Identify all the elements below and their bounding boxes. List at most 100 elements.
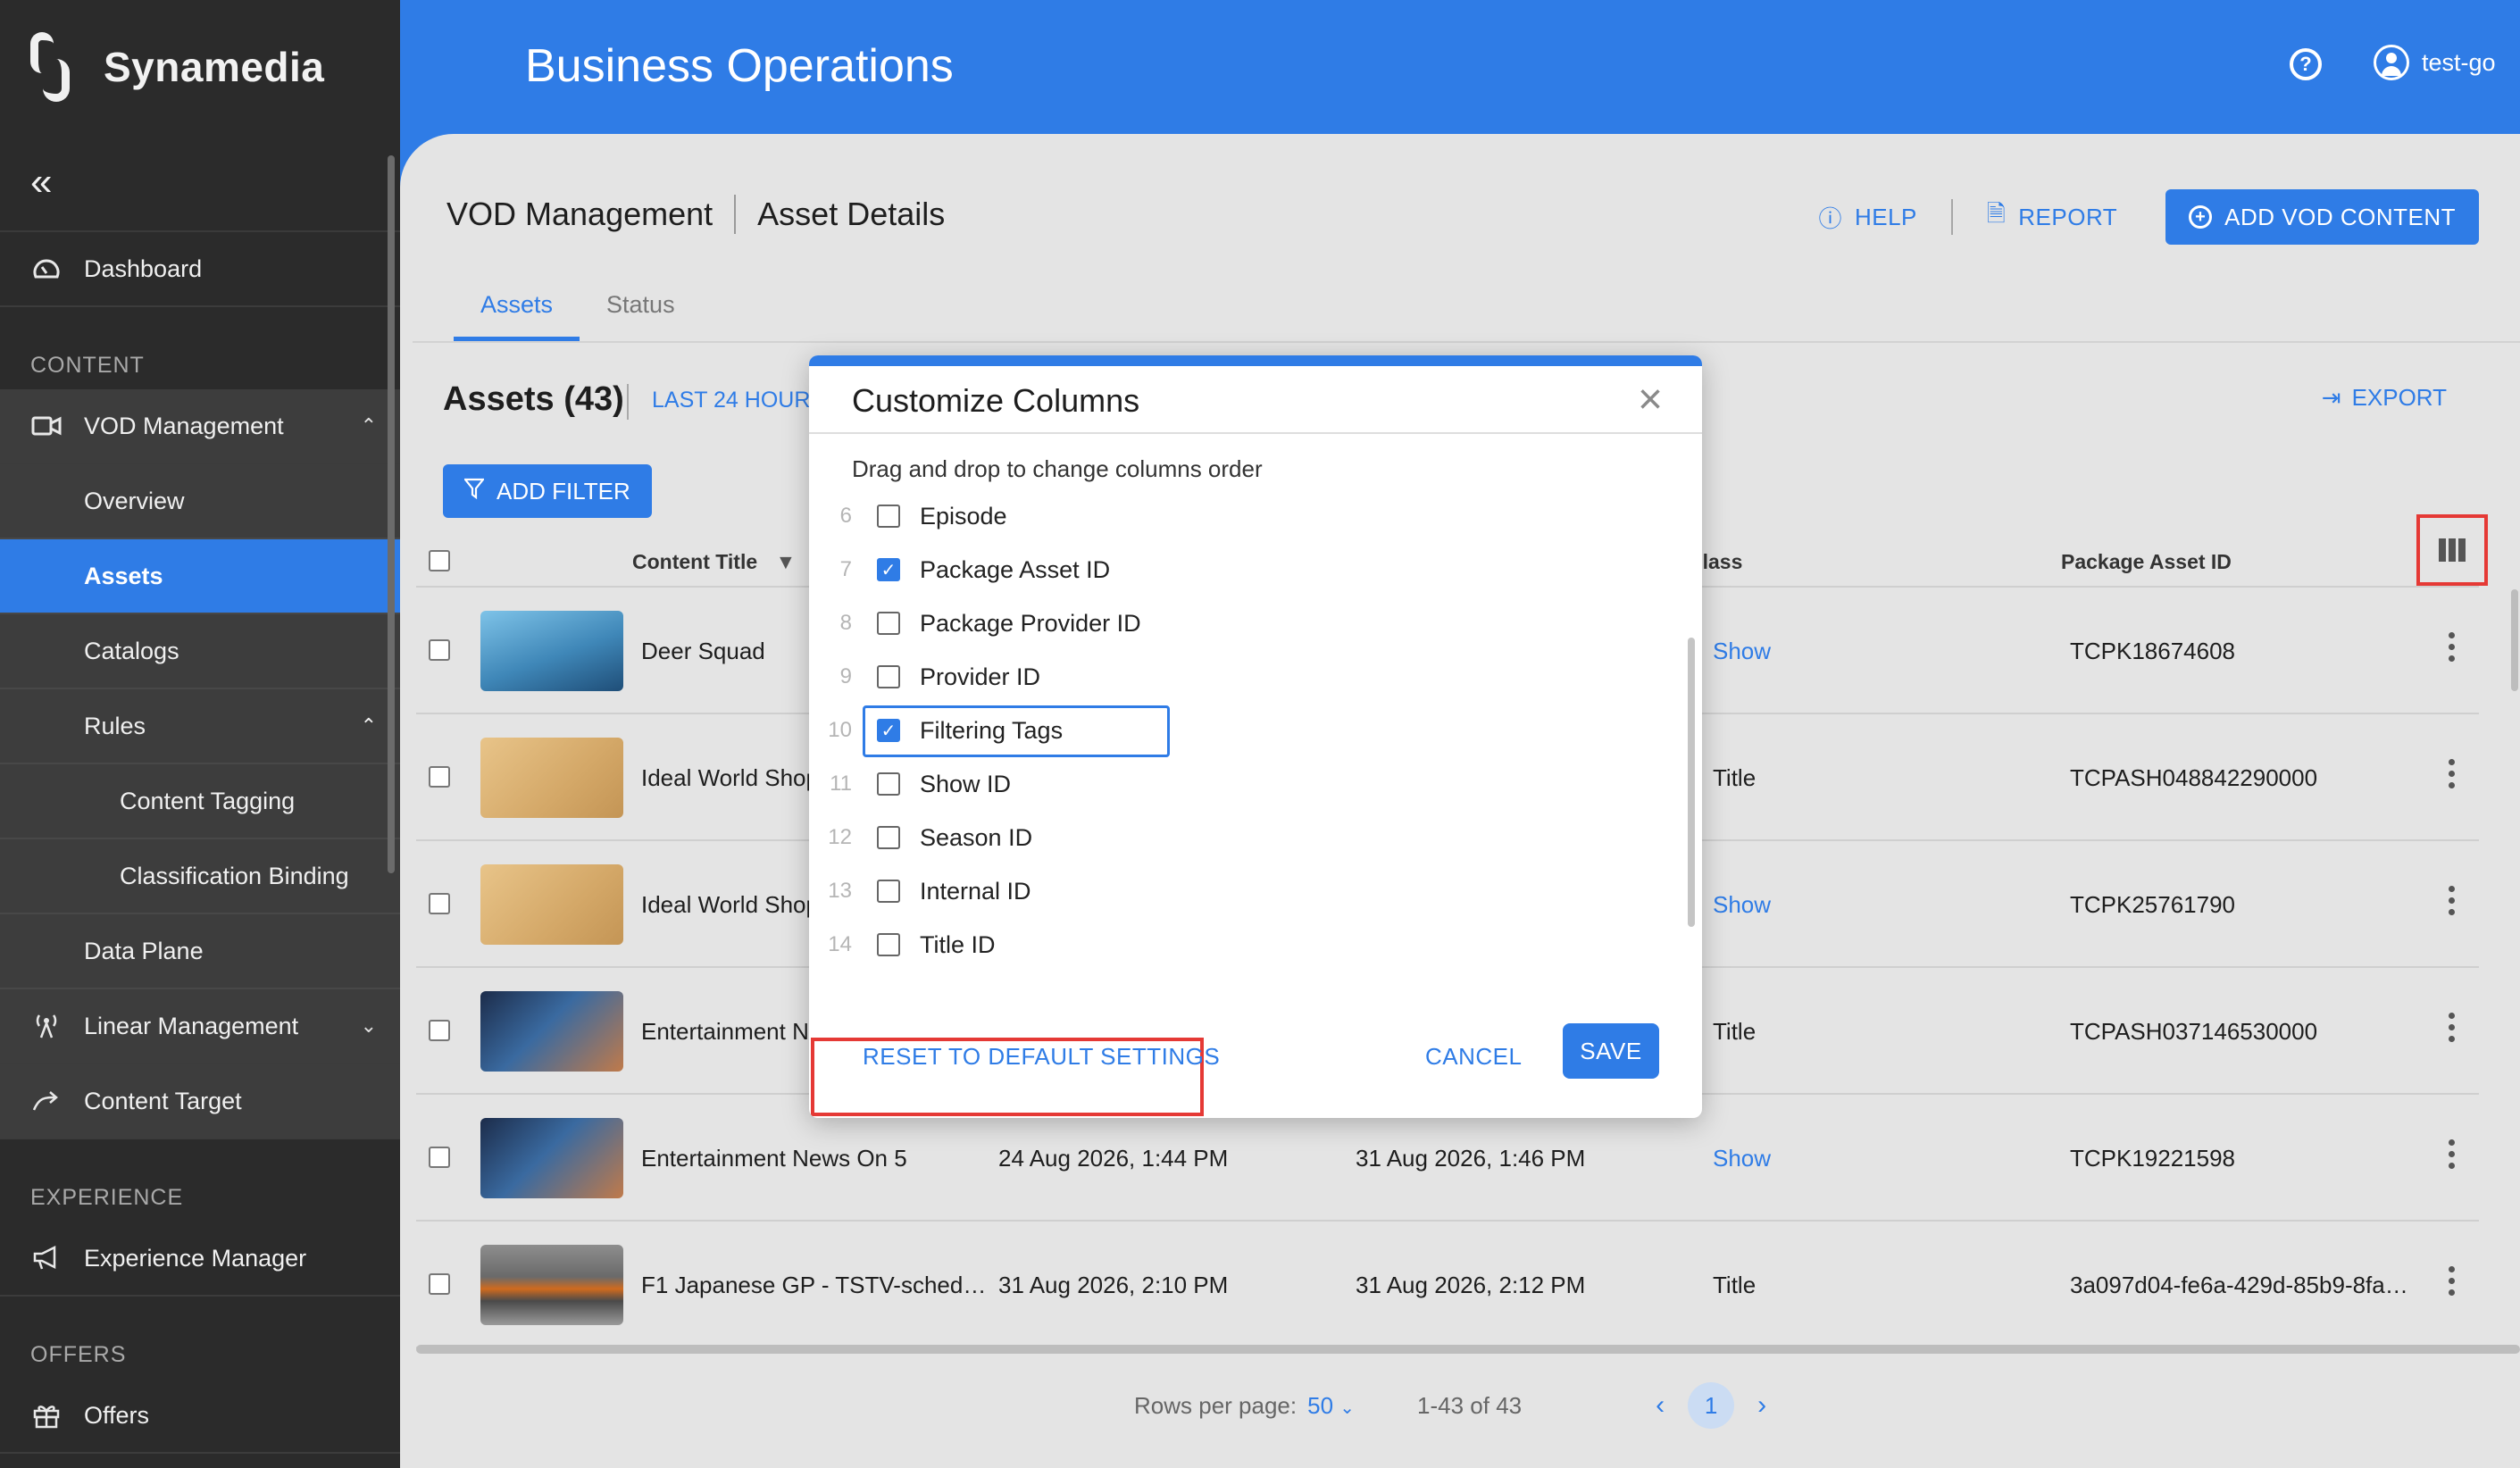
asset-thumbnail[interactable] xyxy=(480,1245,623,1325)
column-option[interactable]: 9 Provider ID xyxy=(809,650,1702,704)
user-menu[interactable]: test-go xyxy=(2374,45,2496,80)
add-vod-content-button[interactable]: + ADD VOD CONTENT xyxy=(2165,189,2479,245)
breadcrumb: VOD Management Asset Details xyxy=(446,195,945,234)
row-checkbox[interactable] xyxy=(429,893,450,914)
tab-assets[interactable]: Assets xyxy=(454,291,580,341)
reset-default-button[interactable]: RESET TO DEFAULT SETTINGS xyxy=(863,1043,1220,1071)
help-circle-icon[interactable]: ? xyxy=(2290,48,2322,80)
sidebar-item-label: VOD Management xyxy=(84,412,284,439)
cell-package-asset-id: TCPASH037146530000 xyxy=(2070,1018,2318,1045)
asset-thumbnail[interactable] xyxy=(480,991,623,1072)
column-order-number: 9 xyxy=(839,664,852,688)
section-offers-label: OFFERS xyxy=(30,1342,127,1367)
cell-content-title[interactable]: Ideal World Shop xyxy=(641,891,819,919)
sidebar-item-assets[interactable]: Assets xyxy=(0,539,400,614)
export-label: EXPORT xyxy=(2351,384,2447,411)
cell-content-title[interactable]: Entertainment N xyxy=(641,1018,809,1046)
row-checkbox[interactable] xyxy=(429,1020,450,1041)
cell-class[interactable]: Show xyxy=(1713,891,1771,919)
tab-status[interactable]: Status xyxy=(580,291,702,341)
vertical-scrollbar[interactable] xyxy=(2511,589,2518,691)
column-option[interactable]: 13 Internal ID xyxy=(809,864,1702,918)
sidebar-item-experience-manager[interactable]: Experience Manager xyxy=(0,1222,400,1297)
horizontal-scrollbar[interactable] xyxy=(416,1345,2520,1354)
column-checkbox[interactable]: ✓ xyxy=(877,558,900,581)
column-option[interactable]: 12 Season ID xyxy=(809,811,1702,864)
cell-start-date: 31 Aug 2026, 2:10 PM xyxy=(998,1272,1229,1298)
sidebar-item-content-target[interactable]: Content Target xyxy=(0,1064,400,1139)
row-checkbox[interactable] xyxy=(429,1273,450,1295)
more-options-icon[interactable] xyxy=(2449,1139,2456,1169)
dialog-accent-strip xyxy=(809,355,1702,366)
asset-thumbnail[interactable] xyxy=(480,611,623,691)
column-option[interactable]: 6 Episode xyxy=(809,489,1702,543)
dialog-scrollbar[interactable] xyxy=(1688,638,1695,927)
sidebar-item-overview[interactable]: Overview xyxy=(0,464,400,539)
save-button[interactable]: SAVE xyxy=(1563,1023,1659,1079)
more-options-icon[interactable] xyxy=(2449,1266,2456,1296)
add-filter-button[interactable]: ADD FILTER xyxy=(443,464,652,518)
sidebar-item-offers[interactable]: Offers xyxy=(0,1379,400,1454)
help-button[interactable]: ⓘ HELP xyxy=(1818,201,1916,234)
sidebar-item-rules[interactable]: Rules ⌃ xyxy=(0,689,400,764)
column-checkbox[interactable] xyxy=(877,880,900,903)
header-package-asset-id[interactable]: Package Asset ID xyxy=(2061,550,2232,574)
sidebar-item-classification-binding[interactable]: Classification Binding xyxy=(0,839,400,914)
column-option[interactable]: 10 ✓ Filtering Tags xyxy=(809,704,1702,757)
more-options-icon[interactable] xyxy=(2449,759,2456,788)
report-button[interactable]: 🗎 REPORT xyxy=(1987,197,2117,237)
rows-per-page-select[interactable]: 50 ⌄ xyxy=(1307,1392,1355,1420)
sidebar-item-catalogs[interactable]: Catalogs xyxy=(0,614,400,689)
asset-thumbnail[interactable] xyxy=(480,1118,623,1198)
cell-class[interactable]: Show xyxy=(1713,638,1771,665)
cell-class[interactable]: Show xyxy=(1713,1145,1771,1172)
column-order-number: 8 xyxy=(839,611,852,635)
more-options-icon[interactable] xyxy=(2449,886,2456,915)
asset-thumbnail[interactable] xyxy=(480,864,623,945)
row-checkbox[interactable] xyxy=(429,766,450,788)
sidebar-item-vod-management[interactable]: VOD Management ⌃ xyxy=(0,389,400,464)
sidebar-item-content-tagging[interactable]: Content Tagging xyxy=(0,764,400,839)
column-checkbox[interactable] xyxy=(877,612,900,635)
row-checkbox[interactable] xyxy=(429,1147,450,1168)
export-button[interactable]: ⇥ EXPORT xyxy=(2322,384,2447,412)
brand-name: Synamedia xyxy=(104,44,325,90)
brand[interactable]: Synamedia xyxy=(0,0,400,134)
column-option[interactable]: 8 Package Provider ID xyxy=(809,596,1702,650)
more-options-icon[interactable] xyxy=(2449,1013,2456,1042)
page-range: 1-43 of 43 xyxy=(1417,1391,1523,1419)
page-number-current[interactable]: 1 xyxy=(1688,1382,1735,1429)
more-options-icon[interactable] xyxy=(2449,632,2456,662)
customize-columns-button[interactable] xyxy=(2416,514,2488,586)
column-option[interactable]: 11 Show ID xyxy=(809,757,1702,811)
asset-thumbnail[interactable] xyxy=(480,738,623,818)
column-checkbox[interactable] xyxy=(877,772,900,796)
sidebar-item-dashboard[interactable]: Dashboard xyxy=(0,232,400,307)
column-option[interactable]: 7 ✓ Package Asset ID xyxy=(809,543,1702,596)
breadcrumb-vod-management[interactable]: VOD Management xyxy=(446,196,713,233)
cell-content-title[interactable]: Entertainment News On 5 xyxy=(641,1145,907,1172)
column-checkbox[interactable] xyxy=(877,933,900,956)
row-checkbox[interactable] xyxy=(429,639,450,661)
cell-content-title[interactable]: Deer Squad xyxy=(641,638,765,665)
cell-class: Title xyxy=(1713,764,1756,791)
column-checkbox[interactable] xyxy=(877,826,900,849)
cell-content-title[interactable]: F1 Japanese GP - TSTV-sched… xyxy=(641,1272,986,1299)
cell-content-title[interactable]: Ideal World Shop xyxy=(641,764,819,792)
sidebar-item-linear-management[interactable]: Linear Management ⌄ xyxy=(0,989,400,1064)
column-checkbox[interactable] xyxy=(877,505,900,528)
sidebar-item-data-plane[interactable]: Data Plane xyxy=(0,914,400,989)
chevron-down-icon: ⌄ xyxy=(1339,1397,1356,1418)
sidebar-scrollbar[interactable] xyxy=(388,155,395,873)
select-all-checkbox[interactable] xyxy=(429,550,450,571)
table-row[interactable]: F1 Japanese GP - TSTV-sched… 31 Aug 2026,… xyxy=(416,1222,2479,1348)
close-icon[interactable]: × xyxy=(1638,379,1663,421)
previous-page-icon[interactable]: ‹ xyxy=(1656,1390,1665,1421)
cancel-button[interactable]: CANCEL xyxy=(1425,1043,1522,1071)
column-checkbox[interactable] xyxy=(877,665,900,688)
header-content-title[interactable]: Content Title ▼ xyxy=(632,550,796,574)
collapse-sidebar-button[interactable]: « xyxy=(0,134,400,232)
column-option[interactable]: 14 Title ID xyxy=(809,918,1702,972)
next-page-icon[interactable]: › xyxy=(1757,1390,1766,1421)
time-range-filter[interactable]: LAST 24 HOURS xyxy=(652,388,825,413)
